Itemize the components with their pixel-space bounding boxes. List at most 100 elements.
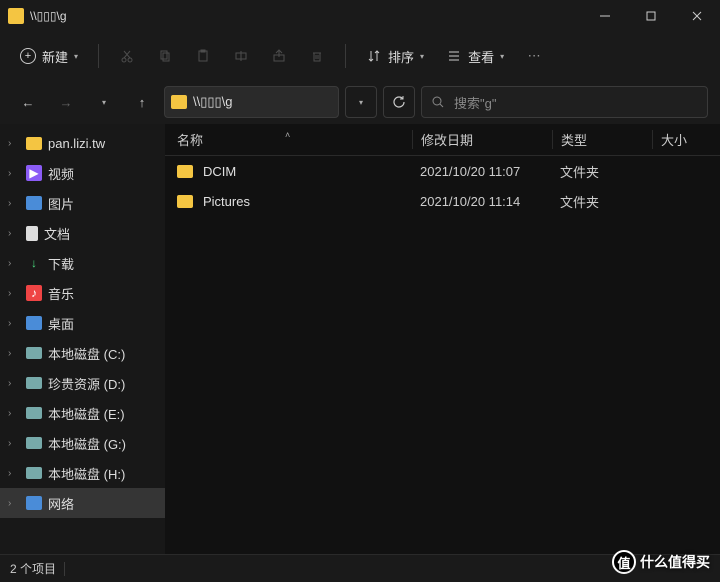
- download-icon: ↓: [26, 255, 42, 271]
- network-icon: [26, 495, 42, 511]
- minimize-button[interactable]: [582, 0, 628, 32]
- up-button[interactable]: ↑: [126, 86, 158, 118]
- chevron-icon: ›: [8, 318, 20, 329]
- chevron-icon: ›: [8, 498, 20, 509]
- column-date[interactable]: 修改日期: [412, 130, 552, 149]
- chevron-down-icon: ▾: [420, 52, 424, 61]
- video-icon: ▶: [26, 165, 42, 181]
- file-type: 文件夹: [552, 162, 652, 181]
- disk-icon: [26, 405, 42, 421]
- refresh-icon: [391, 94, 407, 110]
- folder-icon: [171, 95, 187, 109]
- column-type[interactable]: 类型: [552, 130, 652, 149]
- new-button[interactable]: + 新建 ▾: [10, 41, 88, 72]
- item-count: 2 个项目: [10, 560, 56, 577]
- chevron-icon: ›: [8, 408, 20, 419]
- delete-button[interactable]: [299, 38, 335, 74]
- sidebar-item-videos[interactable]: › ▶ 视频: [0, 158, 165, 188]
- desktop-icon: [26, 315, 42, 331]
- forward-button[interactable]: →: [50, 86, 82, 118]
- share-button[interactable]: [261, 38, 297, 74]
- sidebar-item-label: 本地磁盘 (G:): [48, 434, 126, 453]
- disk-icon: [26, 375, 42, 391]
- sidebar-item-label: pan.lizi.tw: [48, 136, 105, 151]
- chevron-icon: ›: [8, 438, 20, 449]
- sidebar-item-label: 视频: [48, 164, 74, 183]
- watermark: 值 什么值得买: [612, 550, 710, 574]
- address-bar[interactable]: \\▯▯▯\g: [164, 86, 339, 118]
- file-date: 2021/10/20 11:07: [412, 164, 552, 179]
- recent-button[interactable]: ▾: [88, 86, 120, 118]
- column-name[interactable]: 名称: [177, 130, 412, 149]
- toolbar: + 新建 ▾ 排序 ▾ 查看 ▾ ⋯: [0, 32, 720, 80]
- sidebar-item-disk-c[interactable]: ›本地磁盘 (C:): [0, 338, 165, 368]
- sidebar-item-label: 本地磁盘 (H:): [48, 464, 125, 483]
- titlebar: \\▯▯▯\g: [0, 0, 720, 32]
- document-icon: [26, 226, 38, 241]
- sort-button[interactable]: 排序 ▾: [356, 41, 434, 72]
- sidebar-item-pan[interactable]: › pan.lizi.tw: [0, 128, 165, 158]
- folder-icon: [177, 165, 193, 178]
- sort-label: 排序: [388, 47, 414, 66]
- sidebar-item-desktop[interactable]: › 桌面: [0, 308, 165, 338]
- sidebar-item-pictures[interactable]: › 图片: [0, 188, 165, 218]
- watermark-text: 什么值得买: [640, 552, 710, 572]
- sidebar-item-label: 桌面: [48, 314, 74, 333]
- sidebar-item-label: 音乐: [48, 284, 74, 303]
- sidebar-item-disk-d[interactable]: › 珍贵资源 (D:): [0, 368, 165, 398]
- column-size[interactable]: 大小: [652, 130, 720, 149]
- folder-icon: [26, 135, 42, 151]
- new-label: 新建: [42, 47, 68, 66]
- history-button[interactable]: ▾: [345, 86, 377, 118]
- list-item[interactable]: Pictures 2021/10/20 11:14 文件夹: [165, 186, 720, 216]
- disk-icon: [26, 435, 42, 451]
- sidebar-item-label: 图片: [48, 194, 74, 213]
- cut-button[interactable]: [109, 38, 145, 74]
- chevron-icon: ›: [8, 288, 20, 299]
- sidebar-item-label: 下载: [48, 254, 74, 273]
- search-icon: [430, 94, 446, 110]
- chevron-icon: ›: [8, 348, 20, 359]
- chevron-icon: ›: [8, 138, 20, 149]
- more-button[interactable]: ⋯: [516, 38, 552, 74]
- chevron-down-icon: ▾: [102, 98, 106, 107]
- chevron-icon: ›: [8, 258, 20, 269]
- sidebar: ›pan.lizi.tw ›▶视频 ›图片 ›文档 ›↓下载 ›♪音乐 ›桌面 …: [0, 124, 165, 554]
- divider: [98, 44, 99, 68]
- sidebar-item-disk-h[interactable]: › 本地磁盘 (H:): [0, 458, 165, 488]
- sidebar-item-label: 本地磁盘 (E:): [48, 404, 125, 423]
- sidebar-item-documents[interactable]: ›文档: [0, 218, 165, 248]
- address-path: \\▯▯▯\g: [193, 94, 233, 110]
- copy-button[interactable]: [147, 38, 183, 74]
- sidebar-item-network[interactable]: › 网络: [0, 488, 165, 518]
- file-list: 名称 ˄ 修改日期 类型 大小 DCIM 2021/10/20 11:07 文件…: [165, 124, 720, 554]
- sidebar-item-label: 珍贵资源 (D:): [48, 374, 125, 393]
- view-button[interactable]: 查看 ▾: [436, 41, 514, 72]
- paste-button[interactable]: [185, 38, 221, 74]
- list-item[interactable]: DCIM 2021/10/20 11:07 文件夹: [165, 156, 720, 186]
- refresh-button[interactable]: [383, 86, 415, 118]
- chevron-icon: ›: [8, 168, 20, 179]
- divider: [345, 44, 346, 68]
- sort-indicator-icon: ˄: [285, 130, 290, 140]
- chevron-icon: ›: [8, 468, 20, 479]
- disk-icon: [26, 465, 42, 481]
- sidebar-item-label: 网络: [48, 494, 74, 513]
- sidebar-item-disk-e[interactable]: › 本地磁盘 (E:): [0, 398, 165, 428]
- back-button[interactable]: ←: [12, 86, 44, 118]
- chevron-icon: ›: [8, 378, 20, 389]
- maximize-button[interactable]: [628, 0, 674, 32]
- rename-button[interactable]: [223, 38, 259, 74]
- plus-icon: +: [20, 48, 36, 64]
- chevron-icon: ›: [8, 228, 20, 239]
- sidebar-item-music[interactable]: › ♪ 音乐: [0, 278, 165, 308]
- music-icon: ♪: [26, 285, 42, 301]
- search-input[interactable]: 搜索"g": [421, 86, 708, 118]
- close-button[interactable]: [674, 0, 720, 32]
- sidebar-item-disk-g[interactable]: › 本地磁盘 (G:): [0, 428, 165, 458]
- sidebar-item-downloads[interactable]: › ↓ 下载: [0, 248, 165, 278]
- folder-icon: [8, 8, 24, 24]
- chevron-icon: ›: [8, 198, 20, 209]
- file-type: 文件夹: [552, 192, 652, 211]
- content: ›pan.lizi.tw ›▶视频 ›图片 ›文档 ›↓下载 ›♪音乐 ›桌面 …: [0, 124, 720, 554]
